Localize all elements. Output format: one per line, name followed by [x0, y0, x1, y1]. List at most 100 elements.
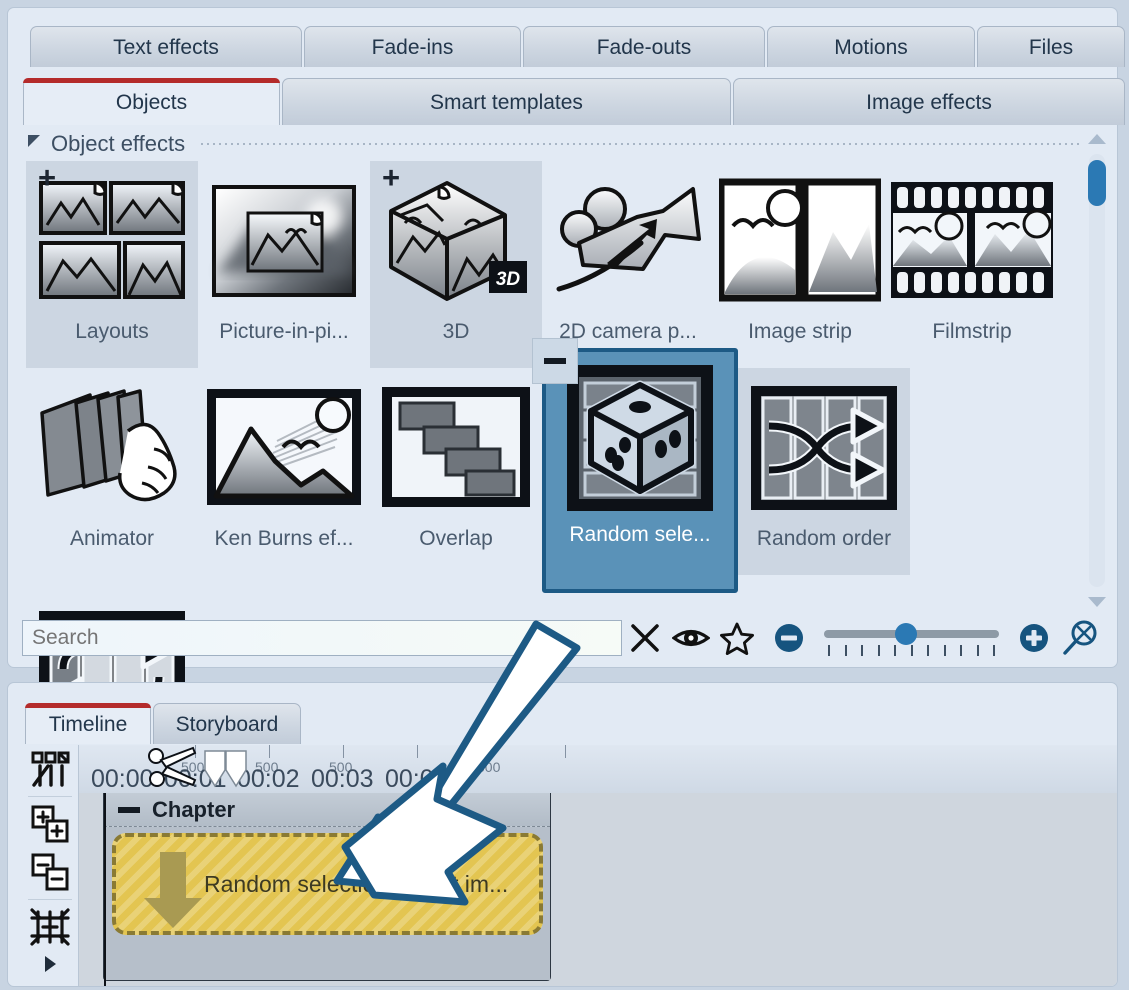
tab-fade-outs[interactable]: Fade-outs: [523, 26, 765, 67]
keyframe-tool-icon[interactable]: [22, 745, 78, 793]
ruler-label: 00:03: [311, 765, 374, 794]
drop-zone-label: Random selection: Insert im...: [204, 871, 508, 898]
ken-burns-icon: [198, 372, 370, 524]
scrollbar-track[interactable]: [1089, 154, 1105, 587]
effects-panel-body: Object effects: [22, 125, 1103, 615]
tab-smart-templates[interactable]: Smart templates: [282, 78, 731, 125]
random-order-shuffle-icon: [738, 372, 910, 524]
tile-label: Random order: [738, 527, 910, 551]
tile-picture-in-picture[interactable]: Picture-in-pi...: [198, 161, 370, 368]
tile-label: Random sele...: [546, 523, 734, 547]
effects-search-toolbar: [22, 617, 1103, 659]
tab-label: Image effects: [866, 91, 992, 114]
tab-fade-ins[interactable]: Fade-ins: [304, 26, 521, 67]
add-track-icon[interactable]: [22, 800, 78, 848]
ruler-minor-label: 500: [477, 759, 500, 775]
fit-view-icon[interactable]: [22, 903, 78, 951]
tab-label: Motions: [834, 36, 908, 59]
drop-zone[interactable]: Random selection: Insert im...: [112, 833, 543, 935]
zoom-in-icon[interactable]: [1011, 618, 1057, 658]
tile-filmstrip[interactable]: Filmstrip: [886, 161, 1058, 368]
tab-text-effects[interactable]: Text effects: [30, 26, 302, 67]
favorites-star-icon[interactable]: [714, 618, 760, 658]
insert-down-arrow-icon: [138, 850, 208, 935]
triangle-collapse-icon[interactable]: [28, 135, 40, 147]
svg-text:3D: 3D: [496, 269, 521, 290]
tile-label: Picture-in-pi...: [198, 320, 370, 344]
effects-tabs-row-1: Text effects Fade-ins Fade-outs Motions …: [30, 26, 1097, 67]
tab-label: Smart templates: [430, 91, 583, 114]
timeline-chapter[interactable]: Chapter Random selection: Insert im...: [103, 793, 551, 981]
minus-icon[interactable]: [532, 338, 578, 384]
zoom-slider[interactable]: [824, 621, 999, 655]
cut-scissors-icon[interactable]: [144, 745, 198, 794]
range-marker-right-icon[interactable]: [225, 750, 247, 793]
tile-random-order[interactable]: Random order: [738, 368, 910, 575]
section-title: Object effects: [51, 131, 185, 157]
effects-tile-grid: Layouts: [26, 161, 1067, 615]
tab-timeline[interactable]: Timeline: [25, 703, 151, 744]
range-marker-left-icon[interactable]: [204, 750, 226, 793]
tile-label: 3D: [370, 320, 542, 344]
tile-layouts[interactable]: Layouts: [26, 161, 198, 368]
effects-scrollbar[interactable]: [1085, 130, 1109, 611]
tab-label: Storyboard: [176, 713, 279, 736]
tab-image-effects[interactable]: Image effects: [733, 78, 1125, 125]
tab-motions[interactable]: Motions: [767, 26, 975, 67]
tile-label: Animator: [26, 527, 198, 551]
tab-storyboard[interactable]: Storyboard: [153, 703, 301, 744]
remove-track-icon[interactable]: [22, 848, 78, 896]
animator-icon: [26, 372, 198, 524]
zoom-out-icon[interactable]: [766, 618, 812, 658]
preview-eye-icon[interactable]: [668, 618, 714, 658]
tile-overlap[interactable]: Overlap: [370, 368, 542, 575]
chapter-title: Chapter: [152, 797, 235, 823]
tab-label: Fade-outs: [597, 36, 692, 59]
tile-label: Overlap: [370, 527, 542, 551]
zoom-controls: [766, 618, 1103, 658]
tile-label: Ken Burns ef...: [198, 527, 370, 551]
tile-image-strip[interactable]: Image strip: [714, 161, 886, 368]
tile-random-selection[interactable]: Random sele...: [542, 348, 738, 593]
toolbar-divider: [28, 899, 72, 900]
timeline-ruler[interactable]: 500 500 500 500 00:00 00:01 00:02 00:03 …: [79, 745, 1117, 794]
scroll-up-arrow-icon[interactable]: [1088, 134, 1106, 144]
timeline-tabs: Timeline Storyboard: [25, 703, 303, 744]
chapter-track-row: Random selection: Insert im...: [104, 827, 550, 940]
timeline-side-toolbar: [22, 745, 79, 986]
ruler-label: 00:04: [385, 765, 448, 794]
overlap-icon: [370, 372, 542, 524]
tile-animator[interactable]: Animator: [26, 368, 198, 575]
effects-panel: Text effects Fade-ins Fade-outs Motions …: [7, 7, 1118, 668]
application-window: Text effects Fade-ins Fade-outs Motions …: [0, 0, 1129, 990]
tab-files[interactable]: Files: [977, 26, 1125, 67]
cube-3d-icon: 3D: [370, 165, 542, 317]
clear-search-icon[interactable]: [622, 618, 668, 658]
tile-ken-burns[interactable]: Ken Burns ef...: [198, 368, 370, 575]
camera-pan-icon: [542, 165, 714, 317]
effects-tabs-row-2: Objects Smart templates Image effects: [23, 78, 1097, 125]
tab-label: Objects: [116, 91, 187, 114]
tile-label: Image strip: [714, 320, 886, 344]
tile-3d[interactable]: 3D 3D: [370, 161, 542, 368]
timeline-tracks[interactable]: Chapter Random selection: Insert im...: [79, 793, 1117, 986]
playhead[interactable]: [104, 793, 106, 986]
tab-label: Files: [1029, 36, 1073, 59]
expand-more-icon[interactable]: [22, 951, 78, 977]
tile-2d-camera-pan[interactable]: 2D camera p...: [542, 161, 714, 368]
search-input[interactable]: [22, 620, 622, 656]
minus-icon[interactable]: [118, 807, 140, 813]
layouts-icon: [26, 165, 198, 317]
object-effects-section-header: Object effects: [28, 130, 1103, 158]
slider-knob[interactable]: [895, 623, 917, 645]
toolbar-divider: [28, 796, 72, 797]
timeline-panel: Timeline Storyboard: [7, 682, 1118, 987]
slider-ticks: [828, 645, 995, 657]
filmstrip-icon: [886, 165, 1058, 317]
image-strip-icon: [714, 165, 886, 317]
reset-zoom-icon[interactable]: [1057, 618, 1103, 658]
tab-objects[interactable]: Objects: [23, 78, 280, 125]
chapter-header[interactable]: Chapter: [104, 793, 550, 827]
scroll-down-arrow-icon[interactable]: [1088, 597, 1106, 607]
scrollbar-thumb[interactable]: [1088, 160, 1106, 206]
